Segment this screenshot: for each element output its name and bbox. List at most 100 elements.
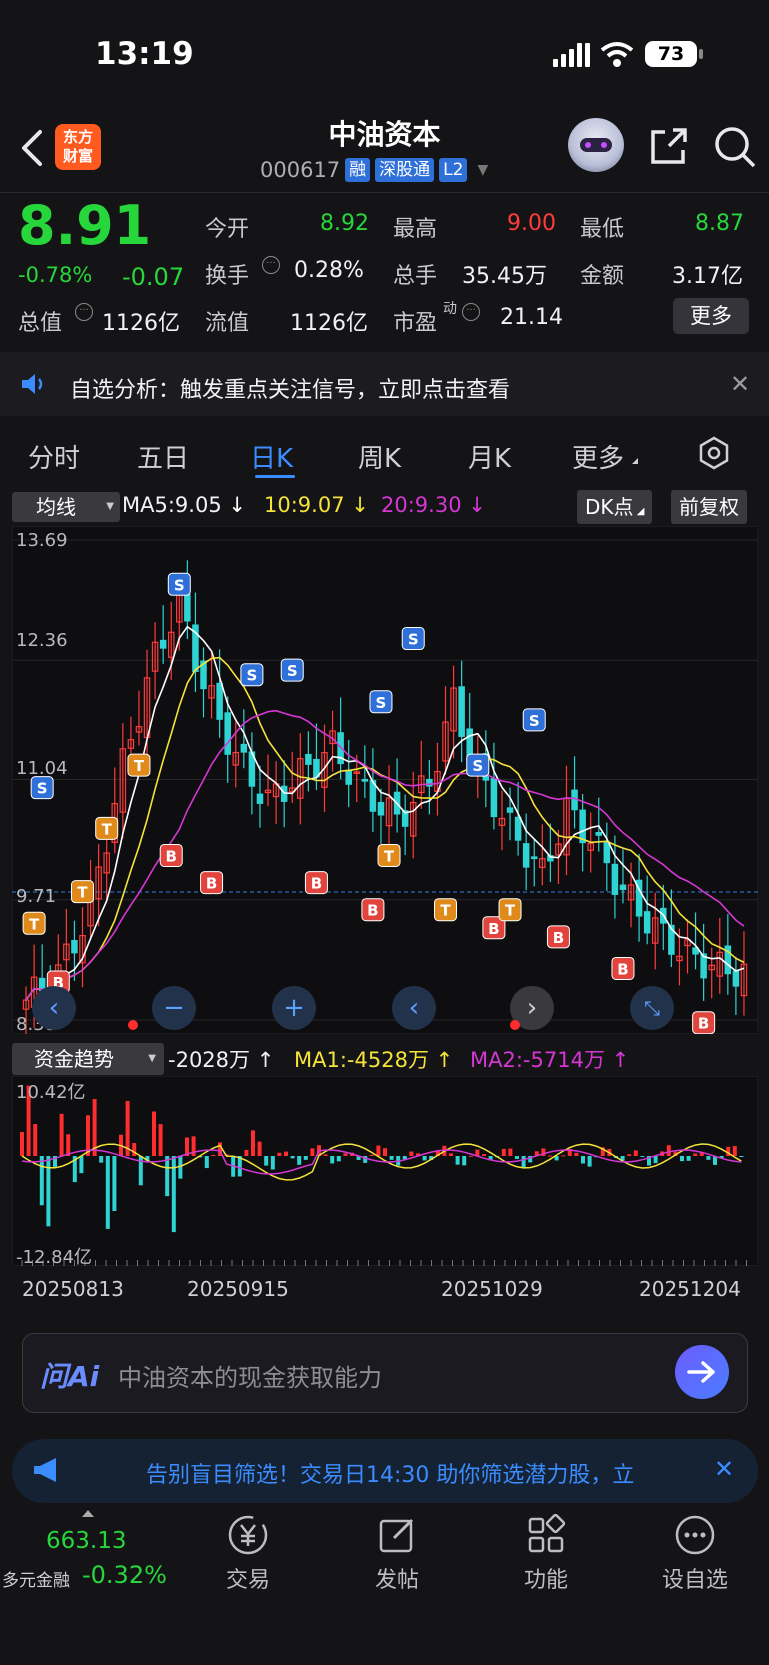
signal-badge[interactable]: T [95,816,119,840]
signal-badge[interactable]: S [401,627,425,651]
signal-badge[interactable]: T [71,880,94,904]
dk-point-button[interactable]: DK点 ◢ [577,490,653,524]
svg-text:B: B [311,875,322,893]
signal-badge[interactable]: B [611,956,635,980]
signal-badge[interactable]: T [127,753,151,777]
flow-bar [581,1156,585,1164]
chevron-down-icon[interactable]: ▼ [477,162,488,178]
zoom-out-icon[interactable]: − [152,986,196,1030]
battery-tip [699,49,703,59]
zoom-in-icon[interactable]: + [272,986,316,1030]
signal-badge[interactable]: S [466,753,490,777]
signal-badge[interactable]: B [692,1011,716,1034]
gear-icon[interactable] [697,436,731,470]
svg-text:T: T [77,884,88,902]
y-label-3: 11.04 [16,758,68,779]
ai-input-placeholder[interactable]: 中油资本的现金获取能力 [118,1358,382,1393]
date-label-1: 20250813 [22,1277,124,1301]
tab-daily-k[interactable]: 日K [250,438,293,475]
send-arrow-icon[interactable] [675,1345,729,1399]
tab-more[interactable]: 更多 [572,438,624,475]
signal-badge[interactable]: S [240,663,264,687]
banner-text[interactable]: 告别盲目筛选！交易日14:30 助你筛选潜力股，立 [146,1457,698,1489]
signal-badge[interactable]: S [369,690,393,714]
info-icon[interactable]: ··· [262,256,280,274]
notice-text[interactable]: 自选分析：触发重点关注信号，立即点击查看 [70,372,510,404]
scroll-left-icon[interactable]: ‹ [32,986,76,1030]
robot-avatar-icon[interactable] [568,118,624,172]
flow-bar [508,1148,513,1156]
dk-point-label: DK点 [585,495,634,519]
flow-bar [515,1156,519,1160]
index-value[interactable]: 663.13 [46,1528,126,1554]
y-label-top: 13.69 [16,530,68,551]
kline-chart[interactable]: SSS SSSSSBBB BBBBBBTTTTTT T [12,526,758,1034]
svg-text:S: S [408,631,419,649]
flow-bar [633,1150,638,1156]
flow-bar [693,1153,698,1156]
tab-weekly-k[interactable]: 周K [358,438,401,475]
search-icon[interactable] [712,124,758,170]
fund-flow-ma2-text: MA2:-5714万 [470,1048,605,1072]
ma20-text: 20:9.30 [381,493,462,517]
candle-body [458,686,465,737]
fund-flow-select[interactable]: 资金趋势 ▼ [12,1043,164,1075]
flow-bar [376,1145,381,1156]
indicator-select[interactable]: 均线 ▼ [12,492,120,522]
signal-badge[interactable]: T [434,898,457,922]
tab-intraday[interactable]: 分时 [28,438,80,475]
tab-monthly-k[interactable]: 月K [468,438,511,475]
svg-text:S: S [174,576,185,594]
y-label-4: 9.71 [16,886,57,907]
info-icon[interactable]: ··· [462,303,480,321]
svg-text:B: B [617,960,628,978]
nav-trade[interactable]: 交易 [188,1512,308,1594]
signal-badge[interactable]: T [498,898,522,922]
signal-badge[interactable]: B [546,925,570,949]
close-icon[interactable]: ✕ [714,1455,734,1483]
svg-text:B: B [206,875,217,893]
signal-badge[interactable]: S [167,572,191,596]
nav-watchlist-settings[interactable]: 设自选 [635,1512,755,1594]
candle-body [305,753,312,765]
candle-body [603,841,611,864]
flow-y-bottom: -12.84亿 [16,1247,93,1268]
pan-left-icon[interactable]: ‹ [392,986,436,1030]
flow-bar [706,1156,711,1160]
signal-badge[interactable]: T [377,843,401,867]
nav-functions[interactable]: 功能 [486,1512,606,1594]
flow-bar [666,1145,671,1156]
signal-badge[interactable]: S [30,776,54,800]
marker-dot [510,1020,520,1030]
signal-badge[interactable]: T [22,911,46,935]
more-button[interactable]: 更多 [673,298,749,334]
fund-flow-chart[interactable] [12,1076,758,1266]
signal-badge[interactable]: B [200,871,224,895]
signal-badge[interactable]: B [304,871,328,895]
signal-badge[interactable]: S [280,658,304,682]
turnover-label: 换手 [205,264,250,289]
share-icon[interactable] [647,126,689,168]
info-icon[interactable]: ··· [75,303,93,321]
flow-bar [211,1154,216,1156]
candle-body [256,793,264,804]
adjust-button[interactable]: 前复权 [671,490,747,524]
flow-bar [574,1152,579,1156]
flow-bar [158,1124,163,1156]
ma20-value: 20:9.30 ↓ [381,493,486,517]
candle-body [522,843,530,868]
svg-text:T: T [384,847,395,865]
status-time: 13:19 [95,36,194,72]
nav-post[interactable]: 发帖 [337,1512,457,1594]
flow-bar [455,1156,460,1165]
tab-five-day[interactable]: 五日 [137,438,189,475]
close-icon[interactable]: ✕ [730,370,750,398]
signal-badge[interactable]: B [361,898,385,922]
fullscreen-icon[interactable]: ⤡ [630,986,674,1030]
signal-badge[interactable]: B [159,843,183,867]
flow-bar [561,1155,566,1157]
signal-icon [553,43,591,67]
candle-body [224,712,231,755]
signal-badge[interactable]: S [522,708,546,732]
y-label-2: 12.36 [16,630,68,651]
